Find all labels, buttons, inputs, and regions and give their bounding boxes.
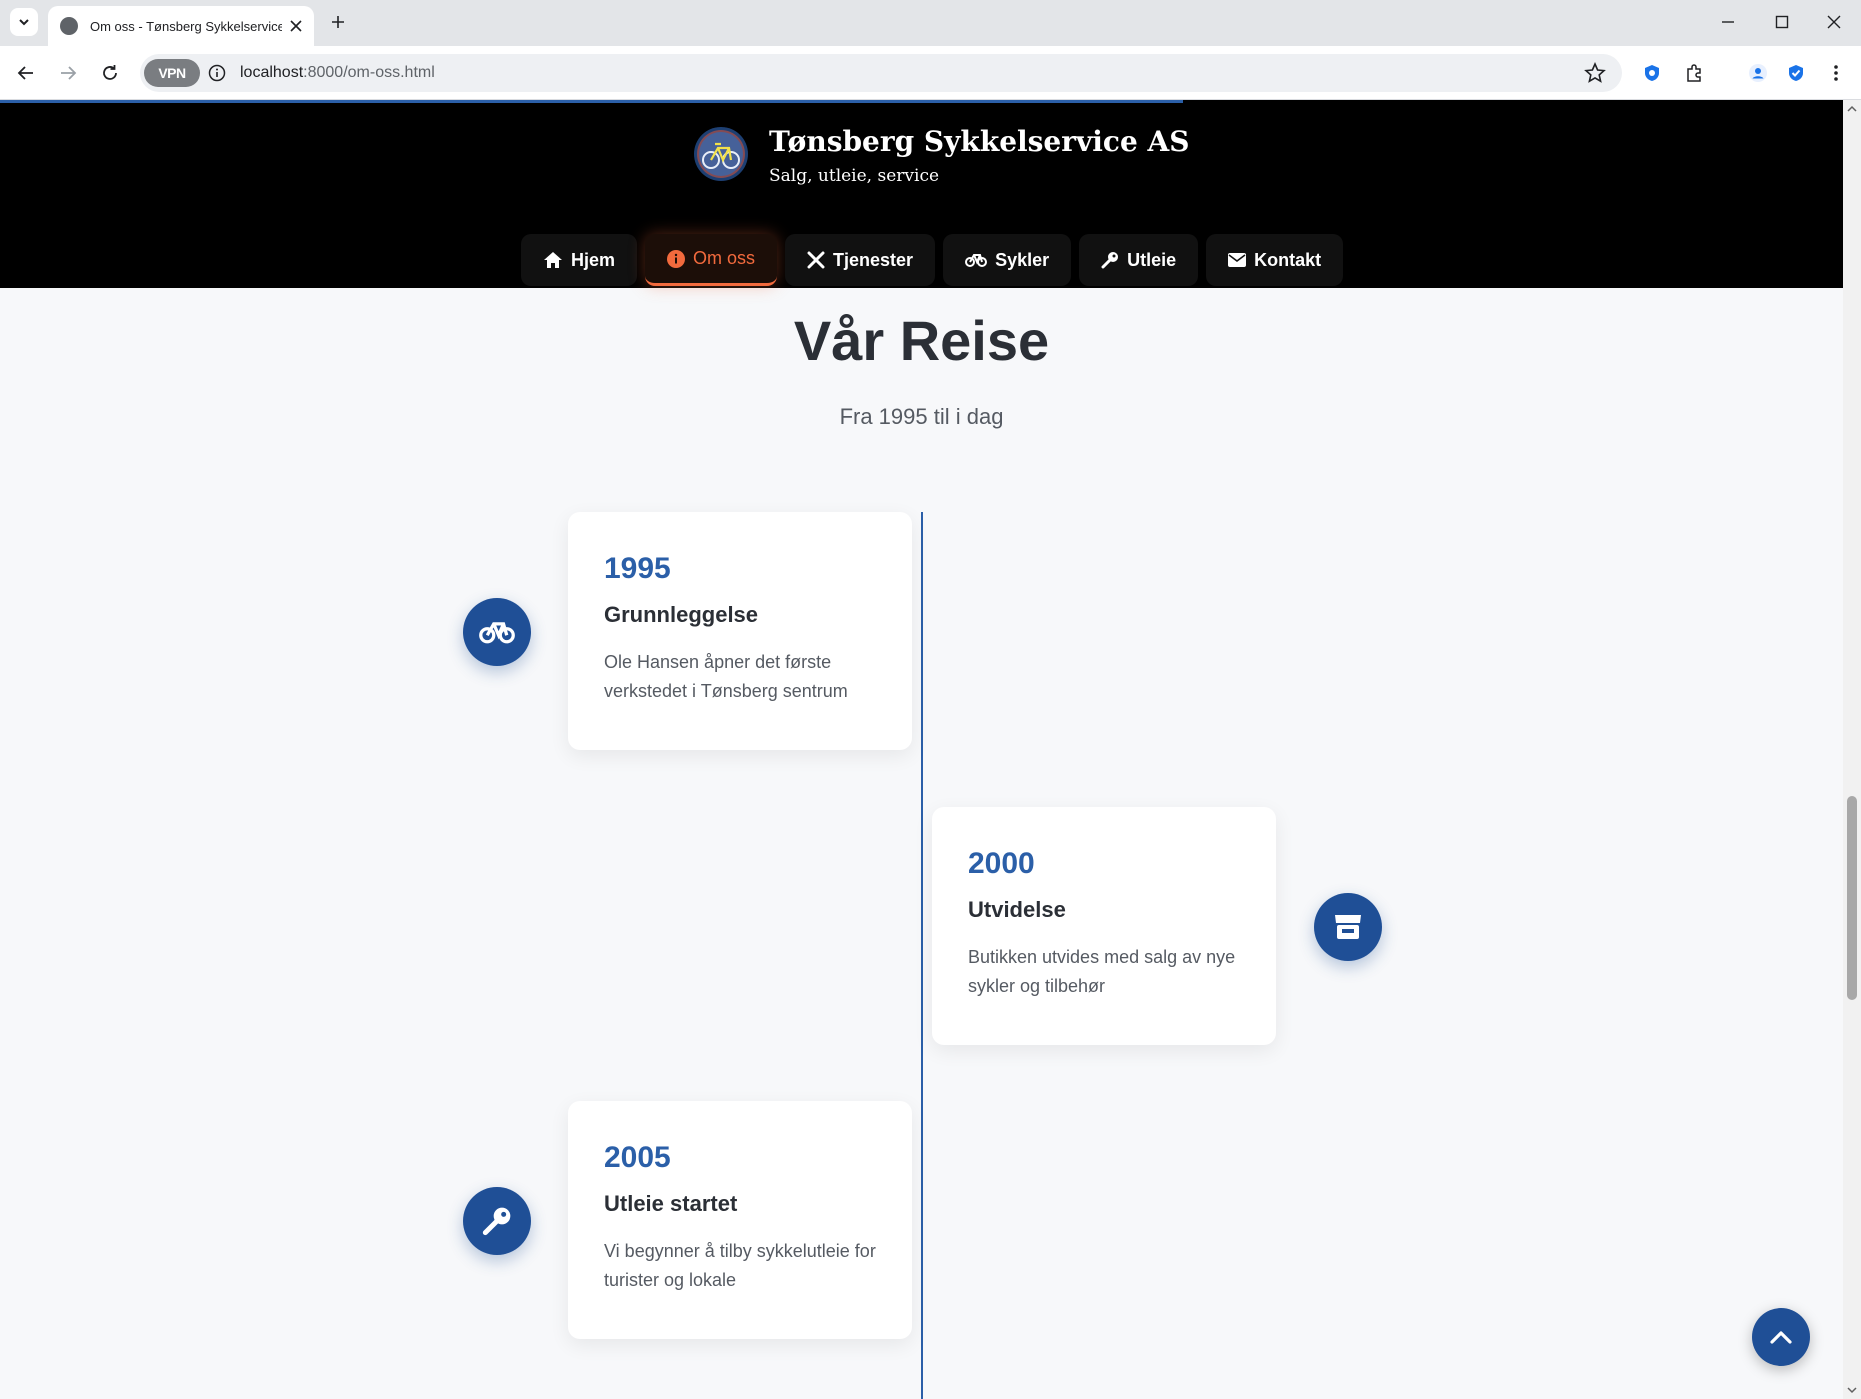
timeline-marker-2000 bbox=[1314, 893, 1382, 961]
reload-button[interactable] bbox=[96, 59, 124, 87]
nav-label: Om oss bbox=[693, 248, 756, 268]
bicycle-icon bbox=[965, 254, 988, 267]
profile-button[interactable] bbox=[1744, 59, 1772, 87]
window-close-button[interactable] bbox=[1822, 10, 1846, 34]
nav-label: Tjenester bbox=[833, 249, 914, 270]
store-icon bbox=[1335, 915, 1361, 939]
plus-icon bbox=[332, 16, 344, 28]
browser-toolbar: VPN localhost:8000/om-oss.html bbox=[0, 46, 1861, 100]
brand-tagline: Salg, utleie, service bbox=[769, 166, 940, 186]
info-icon bbox=[667, 249, 686, 268]
extensions-button[interactable] bbox=[1680, 59, 1708, 87]
nav-item-sykler[interactable]: Sykler bbox=[943, 234, 1072, 286]
timeline-marker-2005 bbox=[463, 1187, 531, 1255]
forward-button[interactable] bbox=[54, 59, 82, 87]
nav-label: Utleie bbox=[1127, 249, 1177, 270]
globe-icon bbox=[60, 17, 78, 35]
timeline-card-2005: 2005 Utleie startet Vi begynner å tilby … bbox=[568, 1101, 912, 1339]
browser-menu-button[interactable] bbox=[1822, 59, 1850, 87]
tab-title: Om oss - Tønsberg Sykkelservice AS bbox=[90, 18, 282, 34]
timeline-card-1995: 1995 Grunnleggelse Ole Hansen åpner det … bbox=[568, 512, 912, 750]
url-path: :8000/om-oss.html bbox=[303, 64, 435, 81]
back-button[interactable] bbox=[12, 59, 40, 87]
timeline-year: 2000 bbox=[968, 847, 1035, 880]
address-bar[interactable]: VPN localhost:8000/om-oss.html bbox=[140, 54, 1622, 92]
site-header: Tønsberg Sykkelservice AS Salg, utleie, … bbox=[0, 100, 1843, 288]
nav-label: Hjem bbox=[571, 249, 616, 270]
tools-icon bbox=[807, 251, 825, 269]
timeline-title: Grunnleggelse bbox=[604, 602, 759, 627]
section-subtitle: Fra 1995 til i dag bbox=[839, 404, 1004, 429]
section-title: Vår Reise bbox=[793, 309, 1050, 372]
timeline-text: Vi begynner å tilby sykkelutleie for tur… bbox=[604, 1241, 876, 1290]
browser-tab-active[interactable]: Om oss - Tønsberg Sykkelservice AS bbox=[48, 6, 314, 46]
kebab-menu-icon bbox=[1834, 65, 1838, 81]
vpn-badge[interactable]: VPN bbox=[144, 59, 200, 87]
bicycle-logo-icon bbox=[694, 127, 748, 181]
profile-icon bbox=[1749, 64, 1767, 82]
scroll-down-arrow-icon[interactable] bbox=[1847, 1385, 1857, 1395]
home-icon bbox=[544, 252, 562, 268]
reload-icon bbox=[103, 65, 117, 80]
nav-label: Sykler bbox=[995, 249, 1050, 270]
scroll-to-top-button[interactable] bbox=[1752, 1308, 1810, 1366]
timeline-line bbox=[921, 512, 923, 1399]
brand-name: Tønsberg Sykkelservice AS bbox=[769, 125, 1190, 158]
scroll-up-arrow-icon[interactable] bbox=[1847, 104, 1857, 114]
timeline-text: Ole Hansen åpner det første verkstedet i… bbox=[604, 652, 848, 701]
extension-shield-button[interactable] bbox=[1638, 59, 1666, 87]
timeline-title: Utvidelse bbox=[968, 897, 1066, 922]
main-nav: Hjem Om oss Tjenester Sykler Utleie Kont… bbox=[521, 234, 1344, 286]
timeline-year: 1995 bbox=[604, 552, 671, 585]
timeline-title: Utleie startet bbox=[604, 1191, 738, 1216]
new-tab-button[interactable] bbox=[326, 10, 350, 34]
page-scrollbar[interactable] bbox=[1843, 100, 1861, 1399]
nav-item-kontakt[interactable]: Kontakt bbox=[1206, 234, 1344, 286]
nav-item-utleie[interactable]: Utleie bbox=[1079, 234, 1199, 286]
arrow-right-icon bbox=[61, 66, 77, 80]
timeline-card-2000: 2000 Utvidelse Butikken utvides med salg… bbox=[932, 807, 1276, 1045]
browser-tabstrip: Om oss - Tønsberg Sykkelservice AS bbox=[0, 0, 1861, 46]
minimize-button[interactable] bbox=[1716, 10, 1740, 34]
url-text: localhost:8000/om-oss.html bbox=[240, 64, 435, 82]
arrow-left-icon bbox=[17, 66, 33, 80]
chevron-up-icon bbox=[1770, 1331, 1792, 1344]
key-icon bbox=[1101, 252, 1119, 269]
shield-icon bbox=[1645, 65, 1659, 81]
site-info-icon[interactable] bbox=[208, 64, 226, 82]
nav-label: Kontakt bbox=[1254, 249, 1322, 270]
timeline-text: Butikken utvides med salg av nye sykler … bbox=[968, 947, 1236, 996]
key-icon bbox=[482, 1207, 511, 1236]
tab-search-button[interactable] bbox=[10, 8, 38, 36]
nav-item-om-oss[interactable]: Om oss bbox=[645, 234, 778, 286]
maximize-button[interactable] bbox=[1770, 10, 1794, 34]
scroll-progress-bar bbox=[0, 100, 1183, 103]
close-icon bbox=[1827, 15, 1841, 29]
url-host: localhost bbox=[240, 64, 304, 81]
timeline-year: 2005 bbox=[604, 1141, 671, 1174]
chevron-down-icon bbox=[19, 19, 29, 26]
close-icon bbox=[290, 20, 302, 32]
nav-item-tjenester[interactable]: Tjenester bbox=[785, 234, 936, 286]
page-viewport: Tønsberg Sykkelservice AS Salg, utleie, … bbox=[0, 100, 1861, 1399]
security-extension-button[interactable] bbox=[1782, 59, 1810, 87]
vpn-label: VPN bbox=[158, 65, 186, 81]
timeline-marker-1995 bbox=[463, 598, 531, 666]
minimize-icon bbox=[1722, 21, 1734, 23]
maximize-icon bbox=[1775, 15, 1789, 29]
bicycle-icon bbox=[479, 622, 515, 644]
shield-check-icon bbox=[1789, 65, 1803, 81]
puzzle-icon bbox=[1687, 64, 1701, 82]
tab-close-button[interactable] bbox=[290, 20, 302, 32]
scrollbar-thumb[interactable] bbox=[1847, 796, 1857, 1000]
nav-item-hjem[interactable]: Hjem bbox=[521, 234, 638, 286]
bookmark-star-icon[interactable] bbox=[1584, 62, 1606, 84]
envelope-icon bbox=[1228, 253, 1247, 267]
brand[interactable]: Tønsberg Sykkelservice AS Salg, utleie, … bbox=[693, 124, 1189, 186]
